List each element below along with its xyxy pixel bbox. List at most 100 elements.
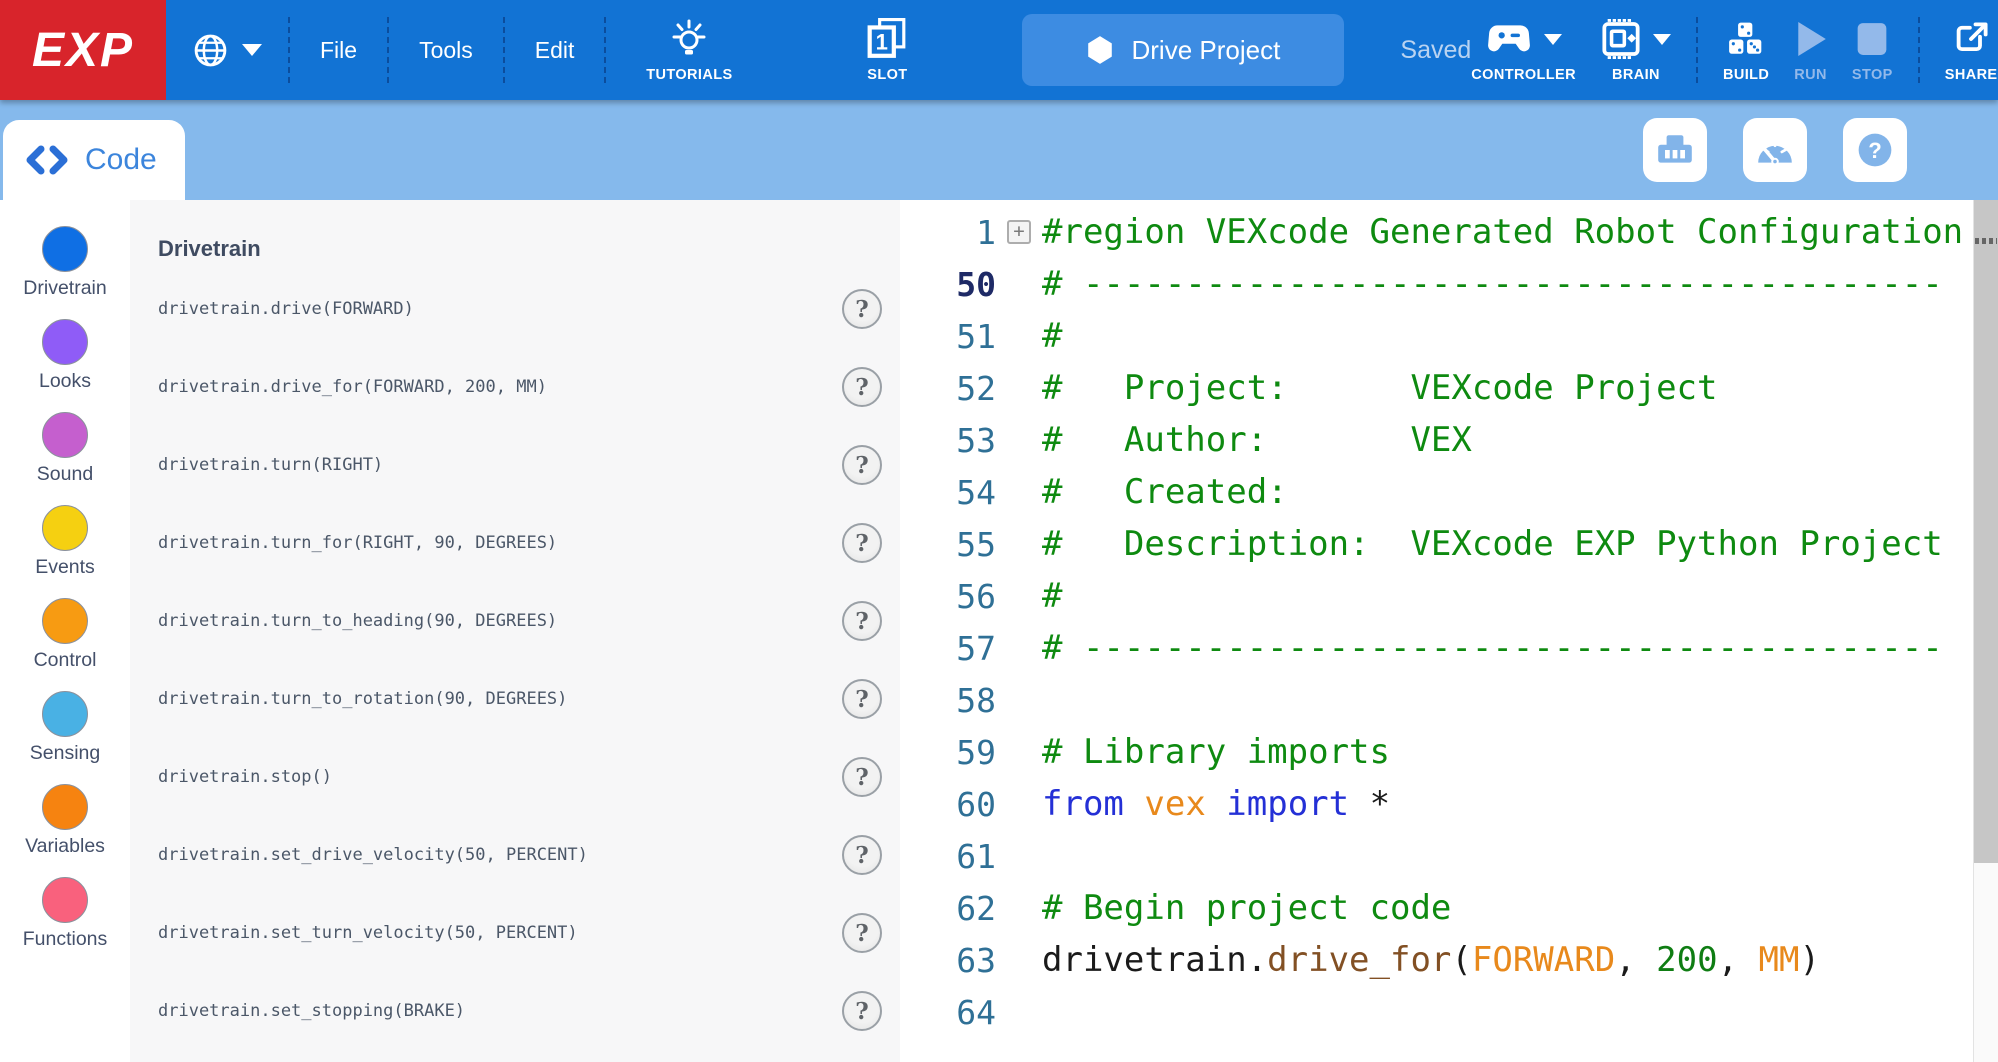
help-question-icon: ? xyxy=(1856,131,1894,169)
category-sound[interactable]: Sound xyxy=(37,412,93,486)
editor-toolbar: Code xyxy=(0,100,1998,200)
command-code[interactable]: drivetrain.drive_for(FORWARD, 200, MM) xyxy=(158,377,547,397)
token-comment: # --------------------------------------… xyxy=(1042,628,1943,668)
command-code[interactable]: drivetrain.set_drive_velocity(50, PERCEN… xyxy=(158,845,588,865)
command-help-button[interactable]: ? xyxy=(842,991,882,1031)
command-code[interactable]: drivetrain.set_stopping(BRAKE) xyxy=(158,1001,465,1021)
command-help-button[interactable]: ? xyxy=(842,523,882,563)
share-icon xyxy=(1953,21,1989,57)
slot-button[interactable]: 1 SLOT xyxy=(852,17,922,83)
token-function: drive_for xyxy=(1267,940,1451,980)
chevron-down-icon xyxy=(1653,34,1671,45)
help-button[interactable]: ? xyxy=(1843,118,1907,182)
language-menu[interactable] xyxy=(192,32,262,69)
command-help-button[interactable]: ? xyxy=(842,835,882,875)
token-comment: # Author: VEX xyxy=(1042,420,1472,460)
command-code[interactable]: drivetrain.turn_for(RIGHT, 90, DEGREES) xyxy=(158,533,557,553)
category-looks[interactable]: Looks xyxy=(39,319,91,393)
category-label: Drivetrain xyxy=(23,277,106,300)
device-info-button[interactable] xyxy=(1643,118,1707,182)
category-color-circle[interactable] xyxy=(42,505,88,551)
code-line[interactable]: 57 # -----------------------------------… xyxy=(900,622,1998,674)
line-number: 62 xyxy=(900,889,996,928)
category-sensing[interactable]: Sensing xyxy=(30,691,100,765)
menu-edit[interactable]: Edit xyxy=(505,0,605,100)
category-functions[interactable]: Functions xyxy=(23,877,108,951)
line-code: # Library imports xyxy=(1042,732,1390,772)
category-color-circle[interactable] xyxy=(42,691,88,737)
command-code[interactable]: drivetrain.turn(RIGHT) xyxy=(158,455,383,475)
line-number: 51 xyxy=(900,317,996,356)
code-line[interactable]: 58 xyxy=(900,674,1998,726)
build-button[interactable]: BUILD xyxy=(1723,17,1769,83)
command-help-button[interactable]: ? xyxy=(842,913,882,953)
token-comment: # Project: VEXcode Project xyxy=(1042,368,1718,408)
category-color-circle[interactable] xyxy=(42,226,88,272)
run-button[interactable]: RUN xyxy=(1794,17,1827,83)
category-control[interactable]: Control xyxy=(34,598,97,672)
line-code: # xyxy=(1042,316,1062,356)
code-line[interactable]: 62 # Begin project code xyxy=(900,882,1998,934)
code-line[interactable]: 53 # Author: VEX xyxy=(900,414,1998,466)
code-line[interactable]: 64 xyxy=(900,986,1998,1038)
code-line[interactable]: 56 # xyxy=(900,570,1998,622)
share-button[interactable]: SHARE xyxy=(1945,17,1998,83)
command-panel-header: Drivetrain xyxy=(158,236,900,262)
code-line[interactable]: 51 # xyxy=(900,310,1998,362)
controller-button[interactable]: CONTROLLER xyxy=(1471,17,1576,83)
category-color-circle[interactable] xyxy=(42,877,88,923)
command-code[interactable]: drivetrain.stop() xyxy=(158,767,332,787)
tab-code[interactable]: Code xyxy=(3,120,185,200)
editor-scrollbar[interactable] xyxy=(1973,200,1998,1062)
code-line[interactable]: 55 # Description: VEXcode EXP Python Pro… xyxy=(900,518,1998,570)
code-line[interactable]: 50 # -----------------------------------… xyxy=(900,258,1998,310)
code-line[interactable]: 61 xyxy=(900,830,1998,882)
project-name-button[interactable]: Drive Project xyxy=(1022,14,1344,86)
category-color-circle[interactable] xyxy=(42,412,88,458)
command-help-button[interactable]: ? xyxy=(842,757,882,797)
controller-label: CONTROLLER xyxy=(1471,67,1576,83)
brain-button[interactable]: BRAIN xyxy=(1601,17,1671,83)
code-line[interactable]: 63 drivetrain.drive_for(FORWARD, 200, MM… xyxy=(900,934,1998,986)
command-row: drivetrain.turn_for(RIGHT, 90, DEGREES) … xyxy=(158,504,900,582)
menu-tools[interactable]: Tools xyxy=(389,0,503,100)
category-color-circle[interactable] xyxy=(42,319,88,365)
fold-expand-icon[interactable]: + xyxy=(1007,220,1031,244)
lightbulb-icon xyxy=(670,19,708,59)
command-code[interactable]: drivetrain.turn_to_heading(90, DEGREES) xyxy=(158,611,557,631)
dashboard-gauge-button[interactable] xyxy=(1743,118,1807,182)
category-drivetrain[interactable]: Drivetrain xyxy=(23,226,106,300)
category-color-circle[interactable] xyxy=(42,598,88,644)
command-code[interactable]: drivetrain.drive(FORWARD) xyxy=(158,299,414,319)
tutorials-button[interactable]: TUTORIALS xyxy=(630,17,748,83)
command-help-button[interactable]: ? xyxy=(842,445,882,485)
scrollbar-thumb[interactable] xyxy=(1974,200,1998,863)
code-line[interactable]: 59 # Library imports xyxy=(900,726,1998,778)
command-code[interactable]: drivetrain.set_turn_velocity(50, PERCENT… xyxy=(158,923,578,943)
token-comment: # xyxy=(1042,576,1062,616)
code-editor[interactable]: 1 + #region VEXcode Generated Robot Conf… xyxy=(900,200,1998,1062)
category-label: Control xyxy=(34,649,97,672)
code-line[interactable]: 1 + #region VEXcode Generated Robot Conf… xyxy=(900,206,1998,258)
category-color-circle[interactable] xyxy=(42,784,88,830)
line-code: # --------------------------------------… xyxy=(1042,264,1943,304)
token-plain: ( xyxy=(1451,940,1471,980)
code-line[interactable]: 52 # Project: VEXcode Project xyxy=(900,362,1998,414)
share-label: SHARE xyxy=(1945,67,1998,83)
code-line[interactable]: 54 # Created: xyxy=(900,466,1998,518)
command-help-button[interactable]: ? xyxy=(842,679,882,719)
category-variables[interactable]: Variables xyxy=(25,784,105,858)
menu-file[interactable]: File xyxy=(290,0,387,100)
command-code[interactable]: drivetrain.turn_to_rotation(90, DEGREES) xyxy=(158,689,567,709)
code-line[interactable]: 60 from vex import * xyxy=(900,778,1998,830)
category-sidebar: Drivetrain Looks Sound Events Control Se… xyxy=(0,200,130,1062)
brain-label: BRAIN xyxy=(1612,67,1660,83)
command-help-button[interactable]: ? xyxy=(842,289,882,329)
category-events[interactable]: Events xyxy=(35,505,95,579)
command-help-button[interactable]: ? xyxy=(842,367,882,407)
command-help-button[interactable]: ? xyxy=(842,601,882,641)
menu-divider xyxy=(604,17,606,83)
stop-button[interactable]: STOP xyxy=(1852,17,1893,83)
command-row: drivetrain.turn_to_rotation(90, DEGREES)… xyxy=(158,660,900,738)
chevron-down-icon xyxy=(1544,34,1562,45)
